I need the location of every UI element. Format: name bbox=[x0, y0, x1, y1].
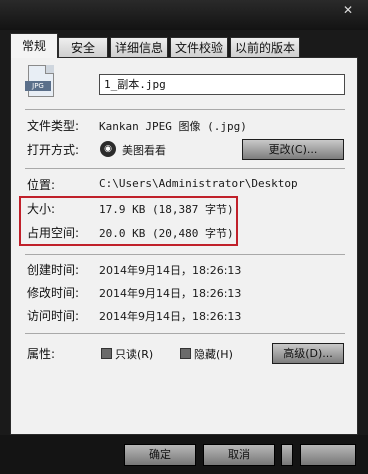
accessed-label: 访问时间: bbox=[27, 309, 80, 323]
divider bbox=[25, 333, 345, 334]
readonly-label[interactable]: 只读(R) bbox=[115, 346, 153, 362]
tab-details[interactable]: 详细信息 bbox=[110, 37, 168, 57]
readonly-checkbox[interactable] bbox=[101, 348, 112, 359]
apply-button[interactable] bbox=[281, 444, 293, 466]
file-type-label: 文件类型: bbox=[27, 119, 80, 133]
modified-label: 修改时间: bbox=[27, 286, 80, 300]
cancel-button[interactable]: 取消 bbox=[203, 444, 275, 466]
file-type-badge: JPG bbox=[25, 81, 51, 91]
tab-checksum[interactable]: 文件校验 bbox=[170, 37, 228, 57]
open-with-value: 美图看看 bbox=[122, 144, 166, 157]
file-type-value: Kankan JPEG 图像 (.jpg) bbox=[99, 120, 247, 133]
open-with-label: 打开方式: bbox=[27, 143, 80, 157]
tab-previous-versions[interactable]: 以前的版本 bbox=[230, 37, 300, 57]
divider bbox=[25, 109, 345, 110]
close-icon[interactable]: ✕ bbox=[340, 3, 356, 17]
created-value: 2014年9月14日，18:26:13 bbox=[99, 264, 242, 277]
location-label: 位置: bbox=[27, 178, 56, 192]
divider bbox=[25, 168, 345, 169]
general-panel bbox=[10, 57, 358, 435]
divider bbox=[25, 254, 345, 255]
meitu-app-icon: ◉ bbox=[100, 141, 116, 157]
hidden-label[interactable]: 隐藏(H) bbox=[194, 346, 233, 362]
ok-button[interactable]: 确定 bbox=[124, 444, 196, 466]
filename-input[interactable]: 1_副本.jpg bbox=[99, 74, 345, 95]
created-label: 创建时间: bbox=[27, 263, 80, 277]
attributes-label: 属性: bbox=[27, 347, 56, 361]
size-highlight-box bbox=[19, 196, 238, 246]
hidden-checkbox[interactable] bbox=[180, 348, 191, 359]
file-properties-dialog: ✕ 常规 安全 详细信息 文件校验 以前的版本 JPG 1_副本.jpg 文件类… bbox=[0, 0, 368, 474]
accessed-value: 2014年9月14日，18:26:13 bbox=[99, 310, 242, 323]
location-value: C:\Users\Administrator\Desktop bbox=[99, 177, 298, 190]
change-button[interactable]: 更改(C)... bbox=[242, 139, 344, 160]
advanced-button[interactable]: 高级(D)... bbox=[272, 343, 344, 364]
modified-value: 2014年9月14日，18:26:13 bbox=[99, 287, 242, 300]
help-button[interactable] bbox=[300, 444, 356, 466]
tab-general[interactable]: 常规 bbox=[10, 33, 58, 58]
tab-security[interactable]: 安全 bbox=[58, 37, 108, 57]
jpg-file-icon: JPG bbox=[25, 65, 54, 97]
title-bar[interactable]: ✕ bbox=[0, 0, 368, 30]
